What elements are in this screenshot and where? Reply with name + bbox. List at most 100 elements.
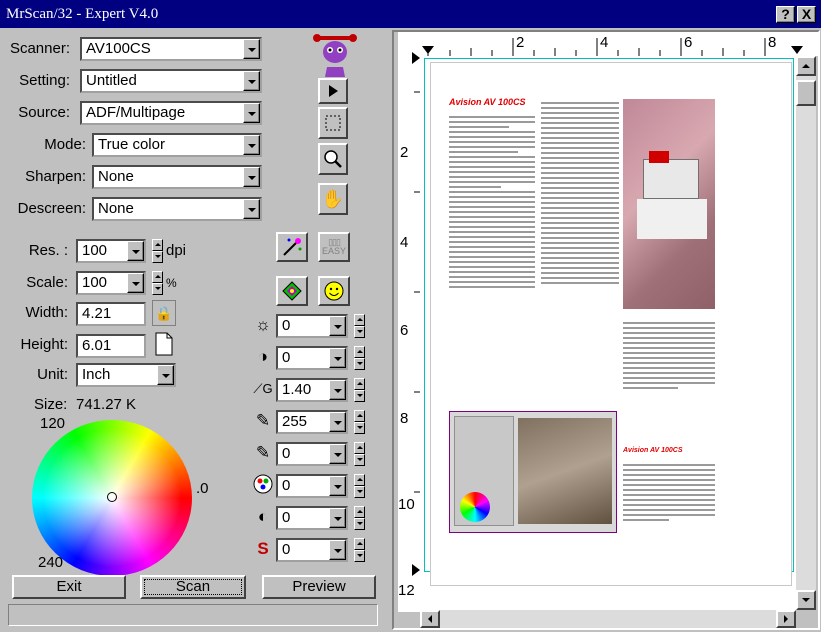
color-balance-spinner[interactable] <box>354 474 365 498</box>
spin-up-icon[interactable] <box>152 271 163 283</box>
midtone-select[interactable]: 0 <box>276 506 348 530</box>
res-select[interactable]: 100 <box>76 239 146 263</box>
descreen-select[interactable]: None <box>92 197 262 221</box>
midtone-spinner[interactable] <box>354 506 365 530</box>
highlight-select[interactable]: 255 <box>276 410 348 434</box>
screenshot-figure <box>449 411 617 533</box>
chevron-down-icon[interactable] <box>243 135 260 155</box>
spin-down-icon[interactable] <box>354 550 365 562</box>
chevron-down-icon[interactable] <box>329 412 346 432</box>
color-balance-select[interactable]: 0 <box>276 474 348 498</box>
scanner-select[interactable]: AV100CS <box>80 37 262 61</box>
easy-button[interactable]: ▯▯▯ EASY <box>318 232 350 262</box>
spin-down-icon[interactable] <box>152 251 163 263</box>
vertical-scrollbar[interactable] <box>796 56 816 610</box>
chevron-down-icon[interactable] <box>329 348 346 368</box>
calibration-icon[interactable] <box>276 276 308 306</box>
chevron-down-icon[interactable] <box>243 71 260 91</box>
magnifier-icon[interactable] <box>318 143 348 175</box>
chevron-down-icon[interactable] <box>329 316 346 336</box>
sharpen-select[interactable]: None <box>92 165 262 189</box>
setting-select[interactable]: Untitled <box>80 69 262 93</box>
res-spinner[interactable] <box>152 239 163 263</box>
help-button[interactable]: ? <box>776 6 795 23</box>
chevron-down-icon[interactable] <box>127 273 144 293</box>
color-wheel[interactable] <box>32 420 192 576</box>
height-field[interactable]: 6.01 <box>76 334 146 358</box>
chevron-down-icon[interactable] <box>243 167 260 187</box>
play-icon[interactable] <box>318 78 348 104</box>
setting-label: Setting: <box>19 72 70 89</box>
ruler-top-4: 4 <box>600 34 609 51</box>
contrast-select[interactable]: 0 <box>276 346 348 370</box>
spin-up-icon[interactable] <box>354 474 365 486</box>
saturation-spinner[interactable] <box>354 538 365 562</box>
spin-down-icon[interactable] <box>354 518 365 530</box>
scroll-up-button[interactable] <box>796 56 816 76</box>
width-field[interactable]: 4.21 <box>76 302 146 326</box>
spin-up-icon[interactable] <box>354 378 365 390</box>
close-label: X <box>801 6 812 22</box>
window-title: MrScan/32 - Expert V4.0 <box>6 6 159 22</box>
shadow-spinner[interactable] <box>354 442 365 466</box>
chevron-down-icon[interactable] <box>329 444 346 464</box>
chevron-down-icon[interactable] <box>243 199 260 219</box>
spin-up-icon[interactable] <box>354 506 365 518</box>
smiley-icon[interactable] <box>318 276 350 306</box>
shadow-select[interactable]: 0 <box>276 442 348 466</box>
sharpen-label: Sharpen: <box>25 168 86 185</box>
lock-icon[interactable]: 🔒 <box>152 300 176 326</box>
mode-select[interactable]: True color <box>92 133 262 157</box>
gamma-select[interactable]: 1.40 <box>276 378 348 402</box>
gamma-spinner[interactable] <box>354 378 365 402</box>
unit-value: Inch <box>82 366 111 383</box>
chevron-down-icon[interactable] <box>329 380 346 400</box>
unit-select[interactable]: Inch <box>76 363 176 387</box>
scroll-right-button[interactable] <box>776 610 796 628</box>
scale-select[interactable]: 100 <box>76 271 146 295</box>
saturation-select[interactable]: 0 <box>276 538 348 562</box>
scale-spinner[interactable] <box>152 271 163 295</box>
close-button[interactable]: X <box>797 6 816 23</box>
contrast-spinner[interactable] <box>354 346 365 370</box>
chevron-down-icon[interactable] <box>157 365 174 385</box>
highlight-spinner[interactable] <box>354 410 365 434</box>
source-select[interactable]: ADF/Multipage <box>80 101 262 125</box>
spin-up-icon[interactable] <box>354 346 365 358</box>
page-icon[interactable] <box>152 332 176 358</box>
chevron-down-icon[interactable] <box>243 103 260 123</box>
scroll-down-button[interactable] <box>796 590 816 610</box>
marquee-icon[interactable] <box>318 107 348 139</box>
exit-button[interactable]: Exit <box>12 575 126 599</box>
hand-icon[interactable]: ✋ <box>318 183 348 215</box>
scan-button[interactable]: Scan <box>140 575 246 599</box>
horizontal-scrollbar[interactable] <box>420 610 796 628</box>
chevron-down-icon[interactable] <box>329 508 346 528</box>
chevron-down-icon[interactable] <box>329 476 346 496</box>
chevron-down-icon[interactable] <box>329 540 346 560</box>
height-value: 6.01 <box>82 337 112 354</box>
chevron-down-icon[interactable] <box>243 39 260 59</box>
spin-down-icon[interactable] <box>354 486 365 498</box>
mascot-icon <box>312 30 358 78</box>
brightness-spinner[interactable] <box>354 314 365 338</box>
spin-down-icon[interactable] <box>354 358 365 370</box>
spin-down-icon[interactable] <box>354 454 365 466</box>
spin-up-icon[interactable] <box>354 314 365 326</box>
brightness-select[interactable]: 0 <box>276 314 348 338</box>
vertical-scroll-thumb[interactable] <box>796 80 816 106</box>
spin-up-icon[interactable] <box>152 239 163 251</box>
color-balance-icon <box>252 474 274 496</box>
spin-up-icon[interactable] <box>354 442 365 454</box>
preview-button[interactable]: Preview <box>262 575 376 599</box>
wheel-cursor[interactable] <box>107 492 117 502</box>
spin-up-icon[interactable] <box>354 410 365 422</box>
spin-down-icon[interactable] <box>354 422 365 434</box>
spin-down-icon[interactable] <box>354 326 365 338</box>
magic-wand-icon[interactable] <box>276 232 308 262</box>
chevron-down-icon[interactable] <box>127 241 144 261</box>
spin-down-icon[interactable] <box>354 390 365 402</box>
scroll-left-button[interactable] <box>420 610 440 628</box>
spin-down-icon[interactable] <box>152 283 163 295</box>
spin-up-icon[interactable] <box>354 538 365 550</box>
